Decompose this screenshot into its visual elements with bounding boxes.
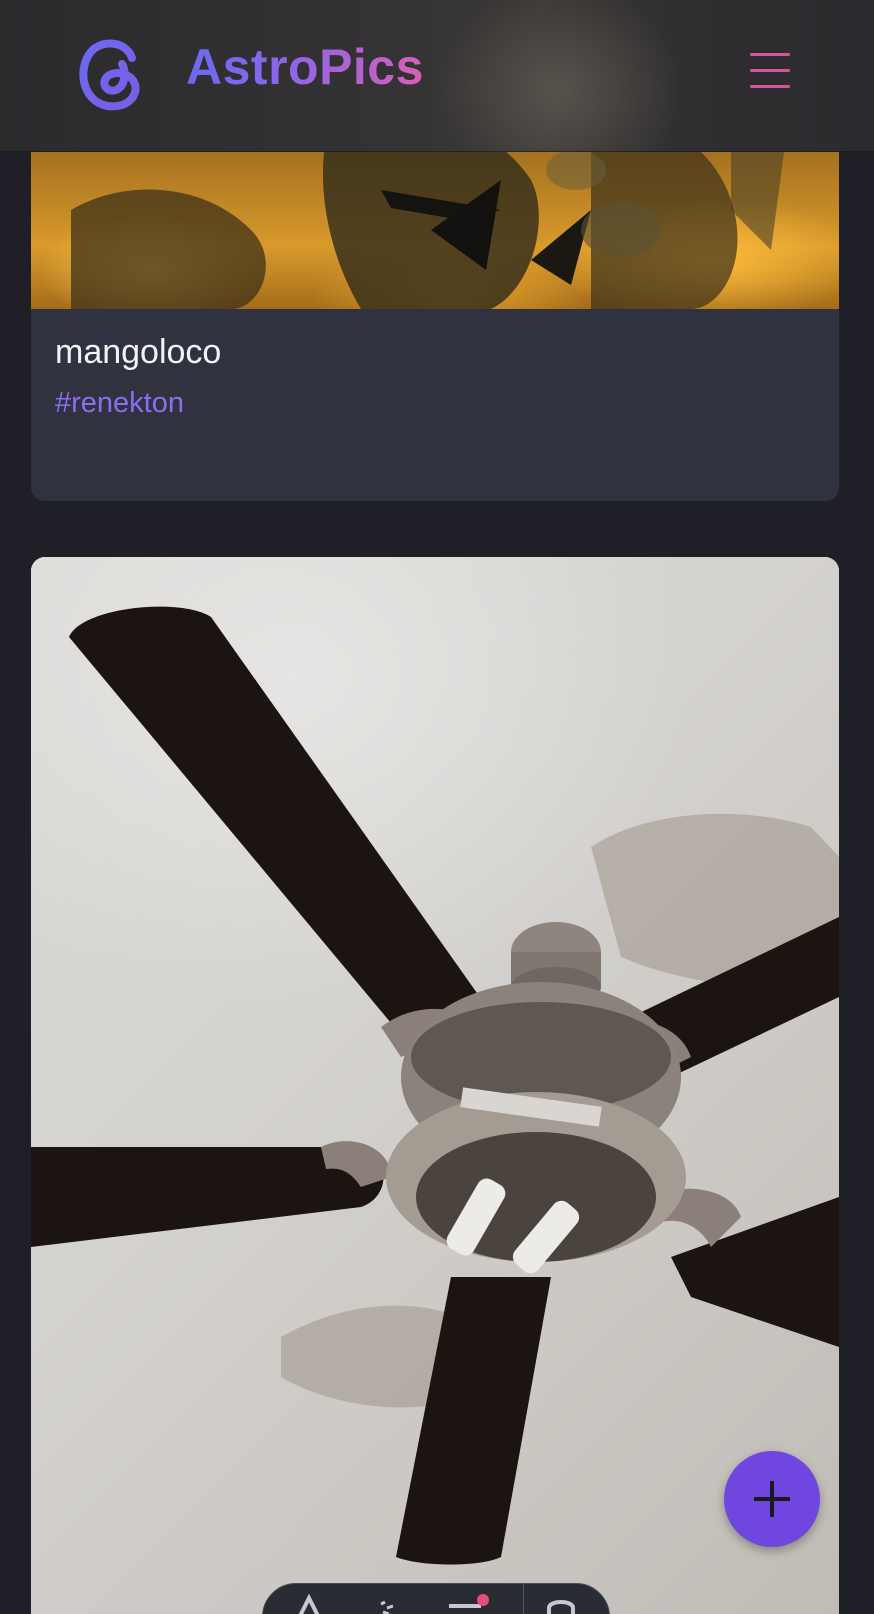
threads-logo-icon[interactable]: [76, 30, 148, 114]
app-page: AstroPics mangoloco #renekton: [0, 0, 874, 1614]
notifications-icon[interactable]: [447, 1594, 489, 1614]
post-card[interactable]: [31, 557, 839, 1614]
home-icon[interactable]: [289, 1593, 329, 1614]
notification-badge: [477, 1594, 489, 1606]
hamburger-menu-icon: [750, 53, 790, 56]
bottom-dock: [262, 1583, 610, 1614]
ceiling-fan-photo: [31, 606, 839, 1565]
app-header: AstroPics: [0, 0, 874, 152]
post-image[interactable]: [31, 557, 839, 1614]
hamburger-line: [750, 85, 790, 88]
post-author[interactable]: mangoloco: [55, 333, 221, 372]
profile-icon[interactable]: [541, 1594, 581, 1614]
dock-divider: [523, 1584, 524, 1614]
post-hashtag[interactable]: #renekton: [55, 387, 184, 420]
brand-name[interactable]: AstroPics: [186, 40, 424, 95]
menu-button[interactable]: [750, 50, 800, 90]
hamburger-line: [750, 69, 790, 72]
plus-icon: [754, 1481, 790, 1517]
add-post-button[interactable]: [724, 1451, 820, 1547]
sparkle-icon[interactable]: [367, 1594, 407, 1614]
